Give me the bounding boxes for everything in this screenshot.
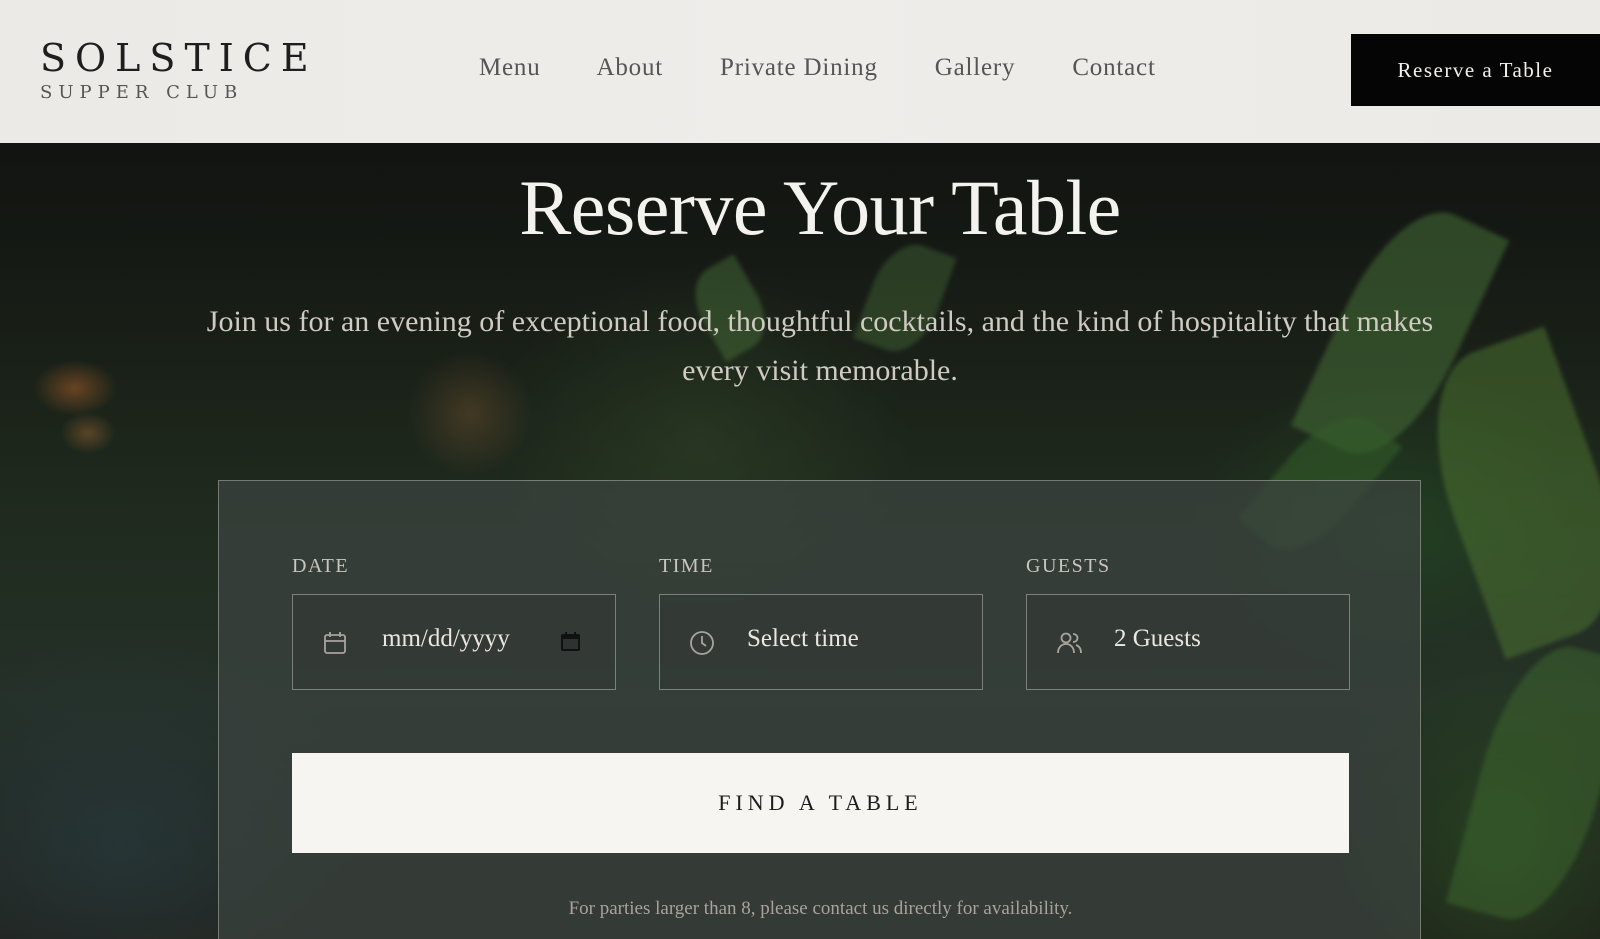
hero-subtitle: Join us for an evening of exceptional fo… <box>206 305 1434 387</box>
foliage-decoration <box>1445 632 1600 934</box>
reserve-table-button[interactable]: Reserve a Table <box>1351 34 1600 106</box>
calendar-icon <box>324 632 346 654</box>
users-icon <box>1057 632 1082 654</box>
time-label: TIME <box>659 555 714 577</box>
main-nav: Menu About Private Dining Gallery Contac… <box>479 54 1156 82</box>
guests-label: GUESTS <box>1026 555 1111 577</box>
page-title: Reserve Your Table <box>519 164 1121 251</box>
nav-link-gallery[interactable]: Gallery <box>935 54 1016 82</box>
time-select[interactable]: Select time <box>659 594 983 690</box>
date-input[interactable]: mm/dd/yyyy <box>292 594 616 690</box>
date-picker-icon[interactable] <box>560 631 581 652</box>
logo-tagline: SUPPER CLUB <box>40 82 244 103</box>
reservation-form: DATE mm/dd/yyyy TIME Select time GUESTS … <box>218 480 1421 939</box>
find-table-button[interactable]: FIND A TABLE <box>292 753 1349 853</box>
large-party-note: For parties larger than 8, please contac… <box>568 898 1073 919</box>
guests-select[interactable]: 2 Guests <box>1026 594 1350 690</box>
logo[interactable]: SOLSTICE SUPPER CLUB <box>40 36 318 103</box>
nav-link-about[interactable]: About <box>597 54 664 82</box>
guests-value: 2 Guests <box>1114 625 1201 652</box>
clock-icon <box>690 631 714 655</box>
nav-link-menu[interactable]: Menu <box>479 54 541 82</box>
logo-name: SOLSTICE <box>40 36 318 80</box>
date-label: DATE <box>292 555 350 577</box>
time-value: Select time <box>747 625 859 652</box>
site-header: SOLSTICE SUPPER CLUB Menu About Private … <box>0 0 1600 143</box>
hero-section: Reserve Your Table Join us for an evenin… <box>0 143 1600 939</box>
nav-link-private-dining[interactable]: Private Dining <box>720 54 878 82</box>
nav-link-contact[interactable]: Contact <box>1072 54 1155 82</box>
date-placeholder: mm/dd/yyyy <box>382 625 510 652</box>
